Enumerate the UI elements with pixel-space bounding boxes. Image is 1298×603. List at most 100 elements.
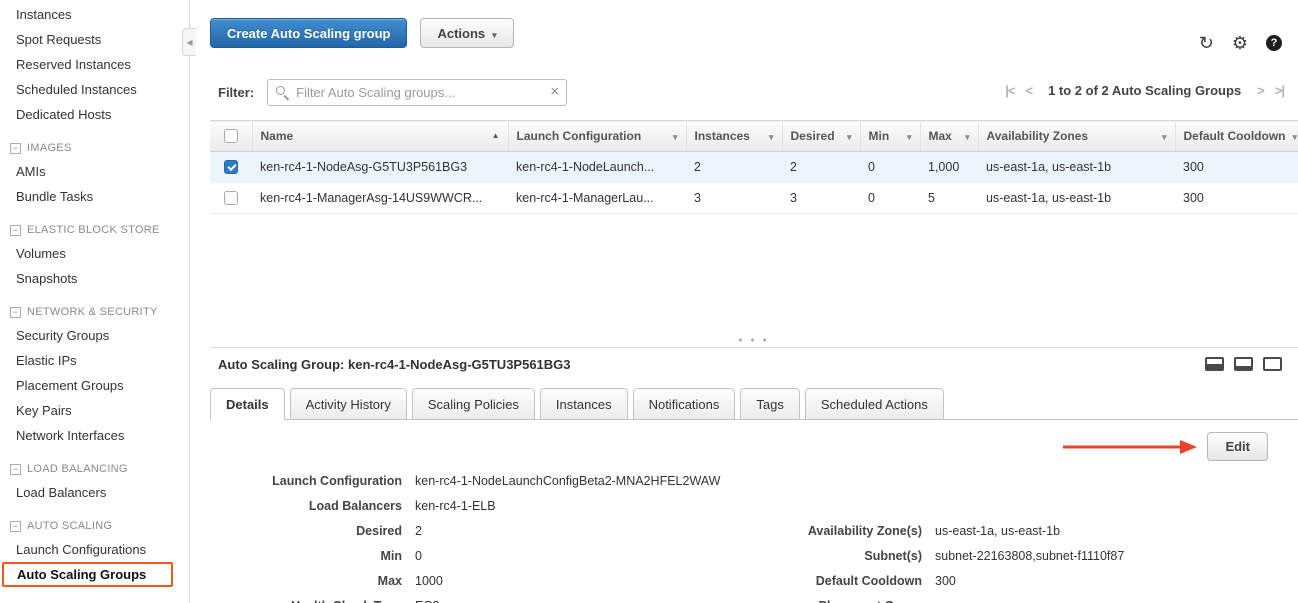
- column-header-instances[interactable]: Instances▾: [686, 121, 782, 152]
- sidebar-section-auto-scaling[interactable]: −AUTO SCALING: [0, 514, 189, 537]
- sidebar-item-spot-requests[interactable]: Spot Requests: [0, 27, 189, 52]
- field-label: Health Check Type: [210, 597, 402, 603]
- sidebar-section-images[interactable]: −IMAGES: [0, 136, 189, 159]
- cell-name: ken-rc4-1-NodeAsg-G5TU3P561BG3: [252, 152, 508, 183]
- row-checkbox[interactable]: [224, 160, 238, 174]
- table-row[interactable]: ken-rc4-1-ManagerAsg-14US9WWCR...ken-rc4…: [210, 183, 1298, 214]
- sidebar-item-key-pairs[interactable]: Key Pairs: [0, 398, 189, 423]
- search-box: ×: [267, 79, 567, 106]
- tab-activity-history[interactable]: Activity History: [290, 388, 407, 420]
- collapse-section-icon[interactable]: −: [10, 521, 21, 532]
- gear-icon[interactable]: ⚙: [1232, 34, 1248, 52]
- column-header-launch-configuration[interactable]: Launch Configuration▾: [508, 121, 686, 152]
- sidebar-section-load-balancing[interactable]: −LOAD BALANCING: [0, 457, 189, 480]
- cell-desired: 2: [782, 152, 860, 183]
- edit-button[interactable]: Edit: [1207, 432, 1268, 461]
- tab-tags[interactable]: Tags: [740, 388, 799, 420]
- last-page-icon[interactable]: >|: [1275, 83, 1284, 98]
- column-menu-icon[interactable]: ▾: [673, 132, 678, 143]
- sidebar-section-elastic-block-store[interactable]: −ELASTIC BLOCK STORE: [0, 218, 189, 241]
- column-header-name[interactable]: Name▲: [252, 121, 508, 152]
- create-asg-button[interactable]: Create Auto Scaling group: [210, 18, 407, 48]
- column-label: Desired: [791, 129, 835, 143]
- refresh-icon[interactable]: ↻: [1199, 34, 1214, 52]
- main-panel: Create Auto Scaling group Actions▾ ↻ ⚙ ?…: [190, 0, 1298, 603]
- toolbar: Create Auto Scaling group Actions▾: [210, 18, 1298, 48]
- filter-label: Filter:: [218, 85, 254, 100]
- sidebar-item-reserved-instances[interactable]: Reserved Instances: [0, 52, 189, 77]
- collapse-section-icon[interactable]: −: [10, 225, 21, 236]
- sidebar-item-snapshots[interactable]: Snapshots: [0, 266, 189, 291]
- column-menu-icon[interactable]: ▾: [907, 132, 912, 143]
- select-all-checkbox[interactable]: [224, 129, 238, 143]
- actions-button[interactable]: Actions▾: [420, 18, 513, 48]
- table-row[interactable]: ken-rc4-1-NodeAsg-G5TU3P561BG3ken-rc4-1-…: [210, 152, 1298, 183]
- tab-notifications[interactable]: Notifications: [633, 388, 736, 420]
- sidebar-section-network-security[interactable]: −NETWORK & SECURITY: [0, 300, 189, 323]
- cell-azs: us-east-1a, us-east-1b: [978, 183, 1175, 214]
- sidebar-item-bundle-tasks[interactable]: Bundle Tasks: [0, 184, 189, 209]
- tab-scheduled-actions[interactable]: Scheduled Actions: [805, 388, 944, 420]
- sidebar-item-security-groups[interactable]: Security Groups: [0, 323, 189, 348]
- pane-split-icon[interactable]: [1205, 357, 1224, 371]
- pane-bottom-icon[interactable]: [1234, 357, 1253, 371]
- field-label: Default Cooldown: [730, 572, 922, 590]
- filter-input[interactable]: [267, 79, 567, 106]
- column-menu-icon[interactable]: ▾: [965, 132, 970, 143]
- row-checkbox[interactable]: [224, 191, 238, 205]
- collapse-section-icon[interactable]: −: [10, 307, 21, 318]
- sidebar-section-label: LOAD BALANCING: [27, 463, 128, 475]
- sidebar-item-launch-configurations[interactable]: Launch Configurations: [0, 537, 189, 562]
- column-header-availability-zones[interactable]: Availability Zones▾: [978, 121, 1175, 152]
- sidebar-item-volumes[interactable]: Volumes: [0, 241, 189, 266]
- previous-page-icon[interactable]: <: [1025, 83, 1032, 98]
- field-value: 2: [415, 522, 422, 540]
- column-header-max[interactable]: Max ▾: [920, 121, 978, 152]
- column-header-select-all[interactable]: [210, 121, 252, 152]
- column-menu-icon[interactable]: ▾: [847, 132, 852, 143]
- console-utility-icons: ↻ ⚙ ?: [1199, 34, 1282, 52]
- column-menu-icon[interactable]: ▾: [1292, 132, 1297, 143]
- cell-desired: 3: [782, 183, 860, 214]
- field-value: 300: [935, 572, 956, 590]
- sidebar-item-load-balancers[interactable]: Load Balancers: [0, 480, 189, 505]
- sort-ascending-icon: ▲: [492, 131, 500, 140]
- sidebar-item-amis[interactable]: AMIs: [0, 159, 189, 184]
- pane-full-icon[interactable]: [1263, 357, 1282, 371]
- field-label: Launch Configuration: [210, 472, 402, 490]
- pane-splitter[interactable]: ● ● ●: [210, 214, 1298, 348]
- sidebar-item-placement-groups[interactable]: Placement Groups: [0, 373, 189, 398]
- sidebar-item-scheduled-instances[interactable]: Scheduled Instances: [0, 77, 189, 102]
- details-fields-right: Availability Zone(s)us-east-1a, us-east-…: [730, 522, 1124, 603]
- field-row: Launch Configurationken-rc4-1-NodeLaunch…: [210, 472, 720, 490]
- sidebar-item-elastic-ips[interactable]: Elastic IPs: [0, 348, 189, 373]
- sidebar-nav: InstancesSpot RequestsReserved Instances…: [0, 2, 189, 587]
- collapse-section-icon[interactable]: −: [10, 143, 21, 154]
- next-page-icon[interactable]: >: [1257, 83, 1264, 98]
- sidebar: InstancesSpot RequestsReserved Instances…: [0, 0, 190, 603]
- sidebar-item-auto-scaling-groups[interactable]: Auto Scaling Groups: [2, 562, 173, 587]
- clear-filter-icon[interactable]: ×: [550, 83, 559, 100]
- collapse-section-icon[interactable]: −: [10, 464, 21, 475]
- field-label: Subnet(s): [730, 547, 922, 565]
- first-page-icon[interactable]: |<: [1005, 83, 1014, 98]
- column-header-default-cooldown[interactable]: Default Cooldown▾: [1175, 121, 1298, 152]
- sidebar-collapse-button[interactable]: ◀: [182, 28, 196, 56]
- field-value: 1000: [415, 572, 443, 590]
- column-menu-icon[interactable]: ▾: [769, 132, 774, 143]
- cell-min: 0: [860, 152, 920, 183]
- column-header-desired[interactable]: Desired ▾: [782, 121, 860, 152]
- tab-details[interactable]: Details: [210, 388, 285, 420]
- sidebar-item-instances[interactable]: Instances: [0, 2, 189, 27]
- help-icon[interactable]: ?: [1266, 35, 1282, 51]
- column-header-min[interactable]: Min▾: [860, 121, 920, 152]
- column-label: Max: [929, 129, 952, 143]
- sidebar-item-dedicated-hosts[interactable]: Dedicated Hosts: [0, 102, 189, 127]
- tab-instances[interactable]: Instances: [540, 388, 628, 420]
- field-label: Placement Group: [730, 597, 922, 603]
- column-menu-icon[interactable]: ▾: [1162, 132, 1167, 143]
- tab-scaling-policies[interactable]: Scaling Policies: [412, 388, 535, 420]
- sidebar-item-network-interfaces[interactable]: Network Interfaces: [0, 423, 189, 448]
- cell-launch-config: ken-rc4-1-NodeLaunch...: [508, 152, 686, 183]
- splitter-grip-icon[interactable]: ● ● ●: [738, 337, 770, 344]
